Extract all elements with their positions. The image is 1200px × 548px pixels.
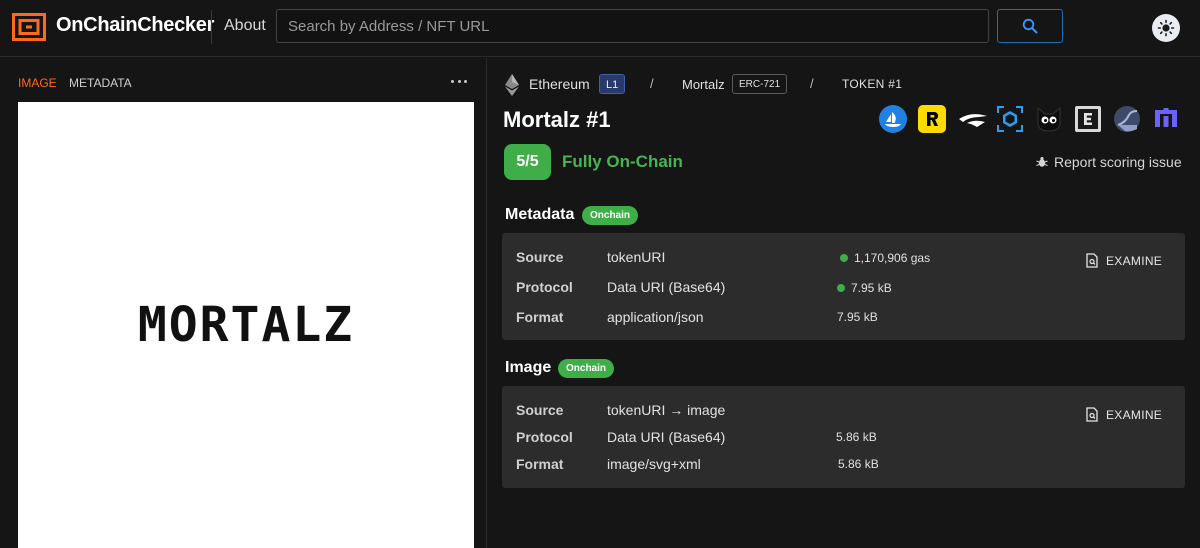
image-protocol-size: 5.86 kB [836, 430, 877, 444]
breadcrumb: Ethereum L1 / Mortalz ERC-721 / TOKEN #1 [505, 74, 1195, 96]
nft-image-text: MORTALZ [137, 297, 355, 353]
metadata-gas-metric: 1,170,906 gas [840, 251, 930, 265]
image-onchain-badge: Onchain [558, 359, 615, 378]
image-source-value: tokenURI → image [607, 402, 726, 418]
more-horizontal-icon[interactable] [451, 75, 467, 87]
element-cat-icon[interactable] [1035, 105, 1063, 133]
image-section-title: Image [505, 359, 552, 376]
brand-name[interactable]: OnChainChecker [56, 14, 214, 37]
report-label: Report scoring issue [1054, 154, 1182, 170]
metadata-card: Source tokenURI 1,170,906 gas Protocol D… [502, 233, 1185, 340]
media-panel: IMAGE METADATA MORTALZ [0, 58, 487, 548]
metadata-onchain-badge: Onchain [582, 206, 639, 225]
opensea-icon[interactable] [879, 105, 907, 133]
examine-label: EXAMINE [1106, 253, 1163, 268]
blur-icon[interactable] [996, 105, 1024, 133]
image-protocol-value: Data URI (Base64) [607, 429, 726, 445]
breadcrumb-separator: / [650, 76, 654, 91]
metadata-examine-button[interactable]: EXAMINE [1086, 253, 1162, 268]
report-scoring-issue-link[interactable]: Report scoring issue [1036, 154, 1182, 170]
header-divider [211, 10, 212, 44]
chain-layer-badge: L1 [599, 74, 626, 94]
token-crumb: TOKEN #1 [842, 77, 903, 91]
score-badge: 5/5 [504, 144, 551, 180]
search-icon [1022, 18, 1038, 34]
image-source-label: Source [516, 402, 564, 418]
etherscan-e-icon[interactable] [1074, 105, 1102, 133]
metadata-format-label: Format [516, 309, 564, 325]
status-dot [837, 284, 845, 292]
metadata-source-value: tokenURI [607, 249, 666, 265]
metadata-format-value: application/json [607, 309, 704, 325]
onchain-status: Fully On-Chain [562, 152, 683, 171]
chain-name[interactable]: Ethereum [529, 76, 590, 92]
bug-icon [1036, 157, 1048, 167]
ethereum-icon [505, 74, 519, 96]
search-input[interactable] [276, 9, 989, 43]
image-format-size: 5.86 kB [838, 457, 879, 471]
image-protocol-label: Protocol [516, 429, 573, 445]
image-format-value: image/svg+xml [607, 456, 701, 472]
status-dot [840, 254, 848, 262]
tab-metadata[interactable]: METADATA [69, 76, 132, 90]
document-search-icon [1086, 407, 1098, 422]
image-examine-button[interactable]: EXAMINE [1086, 407, 1162, 422]
token-title: Mortalz #1 [503, 107, 611, 132]
metadata-protocol-size: 7.95 kB [837, 281, 892, 295]
metadata-protocol-value: Data URI (Base64) [607, 279, 726, 295]
search-button[interactable] [997, 9, 1063, 43]
metadata-protocol-label: Protocol [516, 279, 573, 295]
looksrare-icon[interactable] [957, 105, 989, 133]
sun-icon [1157, 19, 1175, 37]
rarible-icon[interactable] [918, 105, 946, 133]
mintify-icon[interactable] [1152, 105, 1180, 133]
tab-image[interactable]: IMAGE [18, 76, 57, 90]
metadata-source-label: Source [516, 249, 564, 265]
collection-link[interactable]: Mortalz [682, 77, 725, 92]
metadata-format-size: 7.95 kB [837, 310, 878, 324]
brand-logo-icon[interactable] [12, 13, 46, 41]
breadcrumb-separator: / [810, 76, 814, 91]
document-search-icon [1086, 253, 1098, 268]
top-bar: OnChainChecker About [0, 0, 1200, 57]
token-standard-badge: ERC-721 [732, 74, 788, 94]
nft-image: MORTALZ [18, 102, 474, 548]
nav-about-link[interactable]: About [224, 17, 266, 35]
chart-icon[interactable] [1113, 105, 1141, 133]
metadata-section-title: Metadata [505, 206, 575, 223]
examine-label: EXAMINE [1106, 407, 1163, 422]
image-format-label: Format [516, 456, 564, 472]
image-card: Source tokenURI → image Protocol Data UR… [502, 386, 1185, 488]
theme-toggle-button[interactable] [1152, 14, 1180, 42]
